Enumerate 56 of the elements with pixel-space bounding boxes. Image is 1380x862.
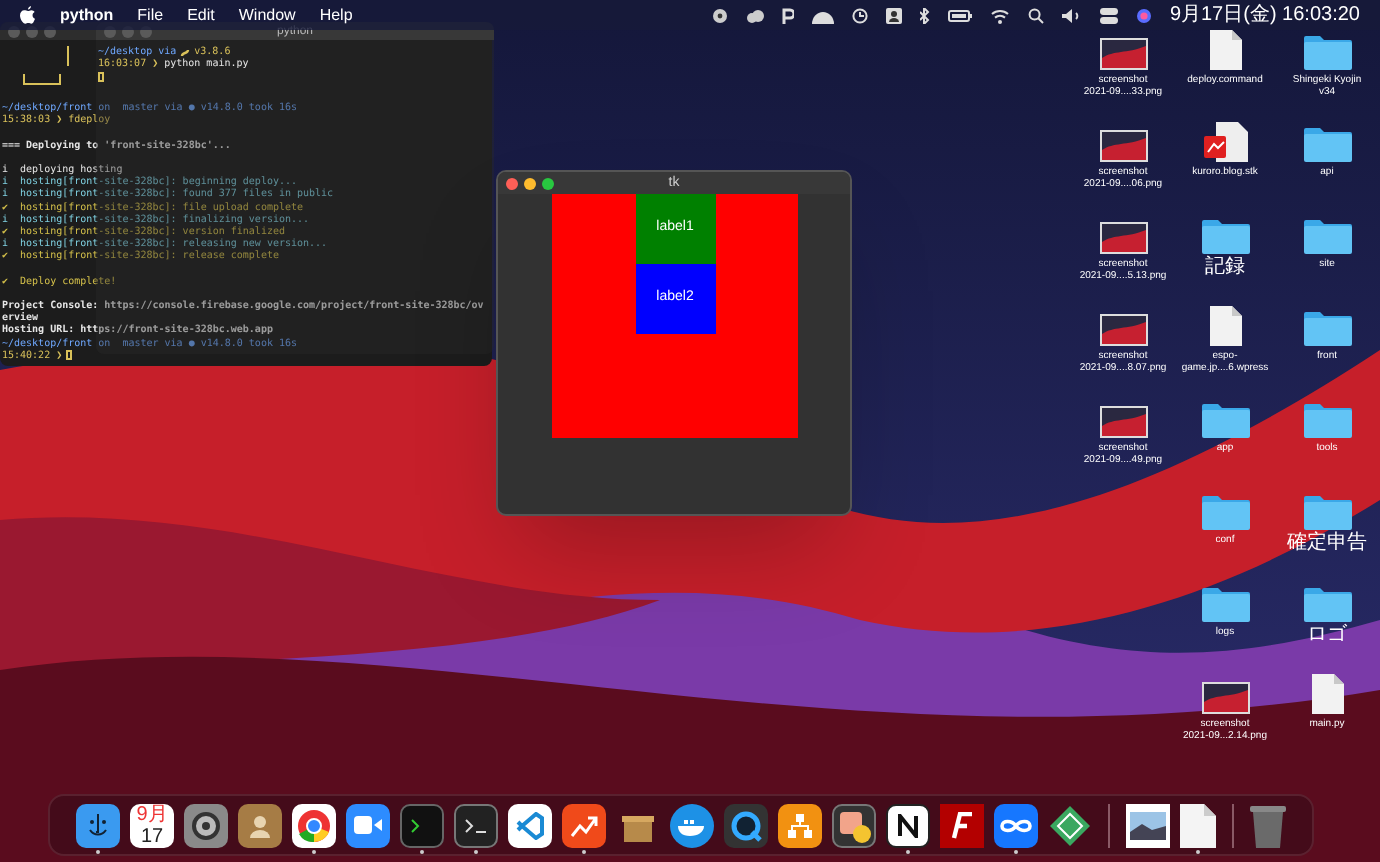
letter-p-icon[interactable]	[781, 7, 794, 23]
orb-icon[interactable]	[1135, 7, 1152, 23]
image-thumbnail-icon[interactable]	[1099, 130, 1147, 162]
infinity-icon[interactable]	[994, 803, 1038, 847]
menu-bar-clock[interactable]: 9月17日(金) 16:03:20	[1169, 5, 1360, 25]
terminal-icon[interactable]	[454, 803, 498, 847]
chart-badge-document-icon[interactable]	[1203, 122, 1247, 162]
menu-item[interactable]: Window	[238, 3, 296, 27]
image-file-icon[interactable]	[1126, 803, 1170, 847]
image-thumbnail-icon[interactable]	[1099, 222, 1147, 254]
image-thumbnail-icon[interactable]	[1099, 406, 1147, 438]
speaker-icon[interactable]	[1061, 7, 1082, 23]
document-icon[interactable]	[1209, 306, 1241, 346]
document-icon[interactable]	[1180, 803, 1216, 847]
minimize-button[interactable]	[524, 177, 536, 189]
video-camera-icon[interactable]	[346, 803, 390, 847]
bluetooth-icon[interactable]	[919, 7, 930, 23]
image-thumbnail-icon[interactable]	[1099, 314, 1147, 346]
close-button[interactable]	[506, 177, 518, 189]
app-menu[interactable]: python	[60, 3, 114, 27]
q-icon[interactable]	[724, 803, 768, 847]
zoom-button[interactable]	[542, 177, 554, 189]
snake-icon	[180, 47, 191, 58]
file-name: 記録	[1205, 258, 1245, 278]
toggle-icon[interactable]	[1099, 7, 1118, 23]
search-icon[interactable]	[1027, 7, 1044, 23]
menu-item[interactable]: File	[137, 3, 164, 27]
code-editor-icon[interactable]	[508, 803, 552, 847]
menu-item[interactable]: Help	[319, 3, 353, 27]
wifi-icon[interactable]	[989, 7, 1010, 23]
smiling-face-icon[interactable]	[76, 803, 120, 847]
clock-icon[interactable]	[851, 7, 868, 23]
calendar-icon[interactable]: 9月 17	[130, 803, 174, 847]
cloud-icon[interactable]	[745, 7, 764, 23]
disc-icon[interactable]	[711, 7, 728, 23]
apple-logo-icon[interactable]	[20, 6, 36, 24]
letter-n-icon[interactable]	[886, 803, 930, 847]
dome-icon[interactable]	[811, 7, 834, 23]
file-name: ロゴ	[1307, 626, 1347, 646]
menu-item[interactable]: Edit	[187, 3, 215, 27]
document-icon[interactable]	[1311, 674, 1343, 714]
browser-icon[interactable]	[292, 803, 336, 847]
letter-f-icon[interactable]	[940, 803, 984, 847]
diagram-icon[interactable]	[778, 803, 822, 847]
whale-icon[interactable]	[670, 803, 714, 847]
image-thumbnail-icon[interactable]	[1099, 38, 1147, 70]
battery-icon[interactable]	[947, 9, 972, 21]
diamond-icon[interactable]	[1048, 803, 1092, 847]
text-cursor	[98, 72, 104, 83]
trash-icon[interactable]	[1250, 803, 1286, 847]
person-icon[interactable]	[885, 7, 902, 23]
image-thumbnail-icon[interactable]	[1201, 682, 1249, 714]
document-icon[interactable]	[1209, 30, 1241, 70]
gear-icon[interactable]	[184, 803, 228, 847]
text-cursor	[66, 350, 73, 361]
address-book-icon[interactable]	[238, 803, 282, 847]
